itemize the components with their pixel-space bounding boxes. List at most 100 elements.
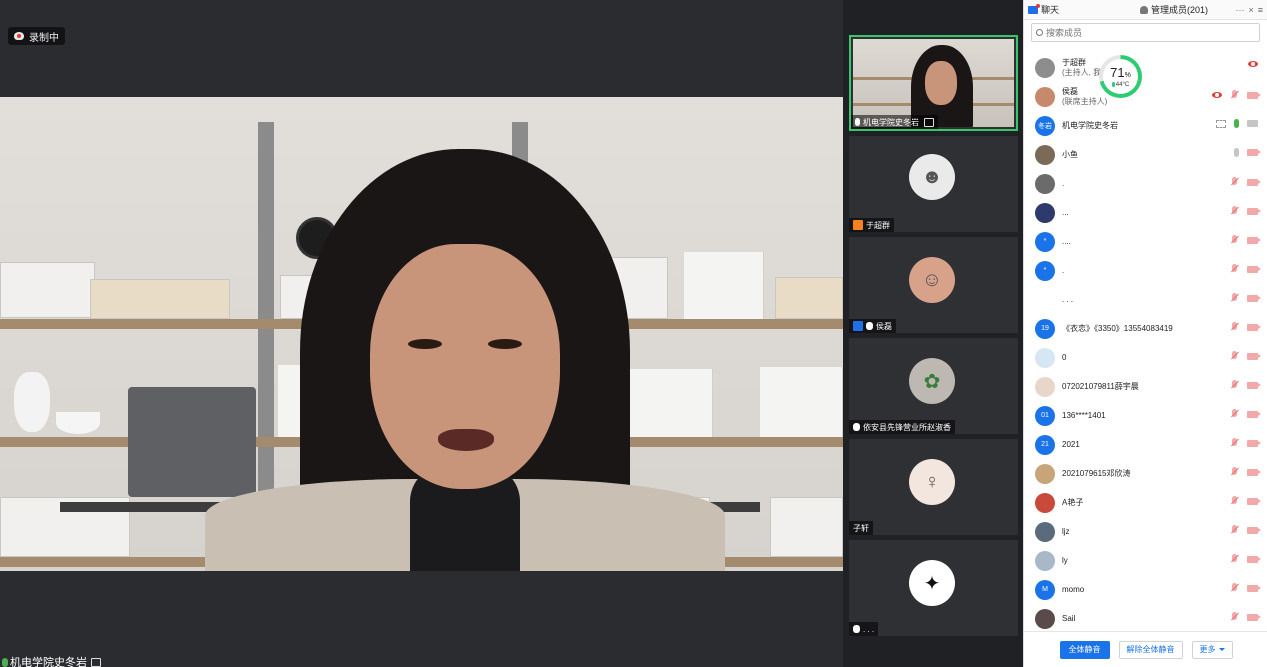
close-button[interactable]: × [1248,5,1253,15]
mute-all-button[interactable]: 全体静音 [1059,640,1110,659]
member-search[interactable] [1031,23,1260,42]
mic-off-icon[interactable] [1230,351,1239,361]
camera-off-icon[interactable] [1247,410,1261,418]
eye-icon[interactable] [1248,61,1258,67]
camera-off-icon[interactable] [1247,294,1261,302]
member-row[interactable]: Sail [1024,604,1267,631]
speaker-eye [408,339,442,349]
tab-members[interactable]: 管理成员(201) [1136,0,1235,20]
camera-off-icon[interactable] [1247,323,1261,331]
mic-off-icon[interactable] [1230,525,1239,535]
member-row[interactable]: ljz [1024,517,1267,546]
mic-off-icon[interactable] [1230,90,1239,100]
tile-name: 依安县先锋营业所赵淑香 [863,422,951,432]
mic-off-icon[interactable] [1230,235,1239,245]
screen-share-icon[interactable] [1216,119,1226,128]
unmute-all-button[interactable]: 解除全体静音 [1118,640,1183,659]
camera-off-icon[interactable] [1247,91,1261,99]
mic-off-icon[interactable] [1230,380,1239,390]
more-options-button[interactable]: ··· [1235,5,1244,15]
mic-off-icon[interactable] [1230,554,1239,564]
gallery-tile[interactable]: ✿ 依安县先锋营业所赵淑香 [849,338,1018,434]
camera-off-icon[interactable] [1247,526,1261,534]
network-meter[interactable]: 71% 44°C [1099,55,1142,98]
member-row[interactable]: 2021079615邓欣涛 [1024,459,1267,488]
gallery-tile[interactable]: ☺ 侯磊 [849,237,1018,333]
mic-off-icon[interactable] [1230,583,1239,593]
search-input[interactable] [1046,27,1246,38]
member-status-icons [1216,119,1258,128]
camera-off-icon[interactable] [1247,468,1261,476]
tile-label: 机电学院史冬岩 [851,115,938,129]
member-row[interactable]: 21 2021 [1024,430,1267,459]
member-row[interactable]: 侯磊 (联席主持人) [1024,82,1267,111]
member-row[interactable]: 072021079811薛宇晨 [1024,372,1267,401]
mic-off-icon[interactable] [1230,206,1239,216]
member-row[interactable]: *.... [1024,227,1267,256]
camera-off-icon[interactable] [1247,497,1261,505]
gallery-tile[interactable]: ✦ . . . [849,540,1018,636]
meter-value: 71% [1110,64,1131,80]
member-row[interactable]: 小鱼 [1024,140,1267,169]
mic-off-icon[interactable] [1230,177,1239,187]
member-row[interactable]: A艳子 [1024,488,1267,517]
mic-off-icon[interactable] [1230,467,1239,477]
recording-badge[interactable]: 录制中 [8,27,65,45]
member-status-icons [1230,554,1261,564]
camera-off-icon[interactable] [1247,149,1261,156]
caret-down-icon [1218,648,1225,651]
member-row[interactable]: . [1024,169,1267,198]
panel-tabs: 聊天 管理成员(201) ··· × ≡ [1024,0,1267,20]
camera-off-icon[interactable] [1247,584,1261,592]
camera-off-icon[interactable] [1247,178,1261,186]
mic-icon[interactable] [1234,148,1239,157]
camera-off-icon[interactable] [1247,555,1261,563]
member-row[interactable]: ... [1024,198,1267,227]
mic-off-icon[interactable] [1230,409,1239,419]
bowl [56,412,100,434]
gallery-tile[interactable]: ♀ 子轩 [849,439,1018,535]
member-row[interactable]: Mmomo [1024,575,1267,604]
mic-off-icon[interactable] [1230,612,1239,622]
camera-off-icon[interactable] [1247,381,1261,389]
member-row[interactable]: ly [1024,546,1267,575]
mic-off-icon[interactable] [1230,322,1239,332]
tile-name: 子轩 [853,523,869,533]
mic-off-icon[interactable] [1230,264,1239,274]
mic-off-icon[interactable] [1230,293,1239,303]
camera-off-icon[interactable] [1247,236,1261,244]
mic-off-icon[interactable] [1230,496,1239,506]
member-row[interactable]: *. [1024,256,1267,285]
member-row[interactable]: 01 136****1401 [1024,401,1267,430]
mic-on-icon[interactable] [1234,119,1239,128]
gallery-tile[interactable]: 机电学院史冬岩 [849,35,1018,131]
camera-off-icon[interactable] [1247,439,1261,447]
camera-off-icon[interactable] [1247,265,1261,273]
member-text: . [1062,266,1064,276]
speaker-mouth [438,429,494,451]
more-button[interactable]: 更多 [1191,640,1233,659]
member-role: (主持人, 我) [1062,67,1104,77]
camera-off-icon[interactable] [1247,613,1261,621]
member-status-icons [1230,177,1261,187]
gallery-tile[interactable]: ☻ 于超群 [849,136,1018,232]
member-avatar [1035,144,1055,165]
member-row[interactable]: . . . [1024,285,1267,314]
member-row[interactable]: 19 《衣恋》《3350》13554083419 [1024,314,1267,343]
member-avatar [1035,492,1055,513]
mic-off-icon[interactable] [1230,438,1239,448]
mic-off-icon [853,625,860,633]
eye-icon[interactable] [1212,92,1222,98]
member-row[interactable]: 冬岩 机电学院史冬岩 [1024,111,1267,140]
member-name: . . . [1062,294,1074,304]
camera-off-icon[interactable] [1247,207,1261,215]
member-row[interactable]: 于超群 (主持人, 我) [1024,53,1267,82]
camera-icon[interactable] [1247,120,1258,127]
camera-off-icon[interactable] [1247,352,1261,360]
main-video-area[interactable]: 录制中 机电学院史冬岩 [0,0,843,667]
member-row[interactable]: 0 [1024,343,1267,372]
tile-label: 于超群 [849,218,894,232]
member-name: 136****1401 [1062,410,1106,420]
menu-button[interactable]: ≡ [1258,5,1263,15]
tab-chat[interactable]: 聊天 [1024,0,1136,20]
